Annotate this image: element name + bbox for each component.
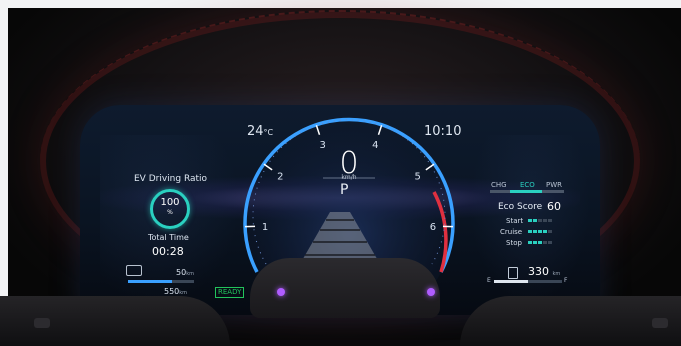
wheel-button-left[interactable] <box>34 318 50 328</box>
score-cruise-meter <box>528 230 552 233</box>
gauge-tick-label: 2 <box>277 172 283 183</box>
score-segment <box>528 241 532 244</box>
score-stop-label: Stop <box>506 239 522 247</box>
score-segment <box>528 230 532 233</box>
score-segment <box>533 230 537 233</box>
score-segment <box>543 230 547 233</box>
gauge-tick-label: 3 <box>319 140 325 151</box>
right-indicator-light <box>427 288 435 296</box>
road-graphic <box>300 212 380 264</box>
score-segment <box>543 241 547 244</box>
score-start-meter <box>528 219 552 222</box>
left-indicator-light <box>277 288 285 296</box>
ev-range: 50km <box>176 268 194 277</box>
ev-driving-ratio-label: EV Driving Ratio <box>134 174 207 184</box>
score-segment <box>548 230 552 233</box>
mode-eco: ECO <box>520 181 535 189</box>
fuel-empty-label: E <box>487 277 491 284</box>
score-segment <box>528 219 532 222</box>
score-segment <box>538 230 542 233</box>
gauge-tick-label: 5 <box>415 172 421 183</box>
score-segment <box>543 219 547 222</box>
gauge-tick-label: 6 <box>430 222 436 233</box>
score-stop-meter <box>528 241 552 244</box>
gauge-tick-label: 4 <box>372 140 378 151</box>
gauge-tick-label: 1 <box>262 222 268 233</box>
ev-ratio-value: 100 <box>150 197 190 208</box>
left-border <box>0 0 8 340</box>
fuel-range: 330 km <box>528 265 560 278</box>
top-border <box>0 0 681 8</box>
score-start-label: Start <box>506 217 523 225</box>
score-segment <box>538 219 542 222</box>
fuel-bar-fill <box>494 280 528 283</box>
mode-chg: CHG <box>491 181 507 189</box>
score-segment <box>533 219 537 222</box>
fuel-full-label: F <box>564 277 567 284</box>
ready-indicator: READY <box>215 287 244 298</box>
score-segment <box>548 241 552 244</box>
ev-range-bar-fill <box>128 280 172 283</box>
score-segment <box>538 241 542 244</box>
speed-unit: km/h <box>322 174 376 181</box>
wheel-button-right[interactable] <box>652 318 668 328</box>
score-segment <box>533 241 537 244</box>
ev-ratio-unit: % <box>150 209 190 216</box>
eco-score-label: Eco Score <box>498 202 542 212</box>
fuel-pump-icon <box>508 267 518 279</box>
score-segment <box>548 219 552 222</box>
battery-car-icon <box>126 265 142 276</box>
gear-indicator: P <box>340 182 348 198</box>
total-range: 550km <box>164 287 187 296</box>
total-time-label: Total Time <box>148 233 189 242</box>
mode-pwr: PWR <box>546 181 562 189</box>
steering-wheel-right-spoke <box>460 296 681 346</box>
score-cruise-label: Cruise <box>500 228 522 236</box>
eco-score-value: 60 <box>547 200 561 213</box>
power-mode-active-segment <box>510 190 542 193</box>
total-time-value: 00:28 <box>152 245 184 258</box>
